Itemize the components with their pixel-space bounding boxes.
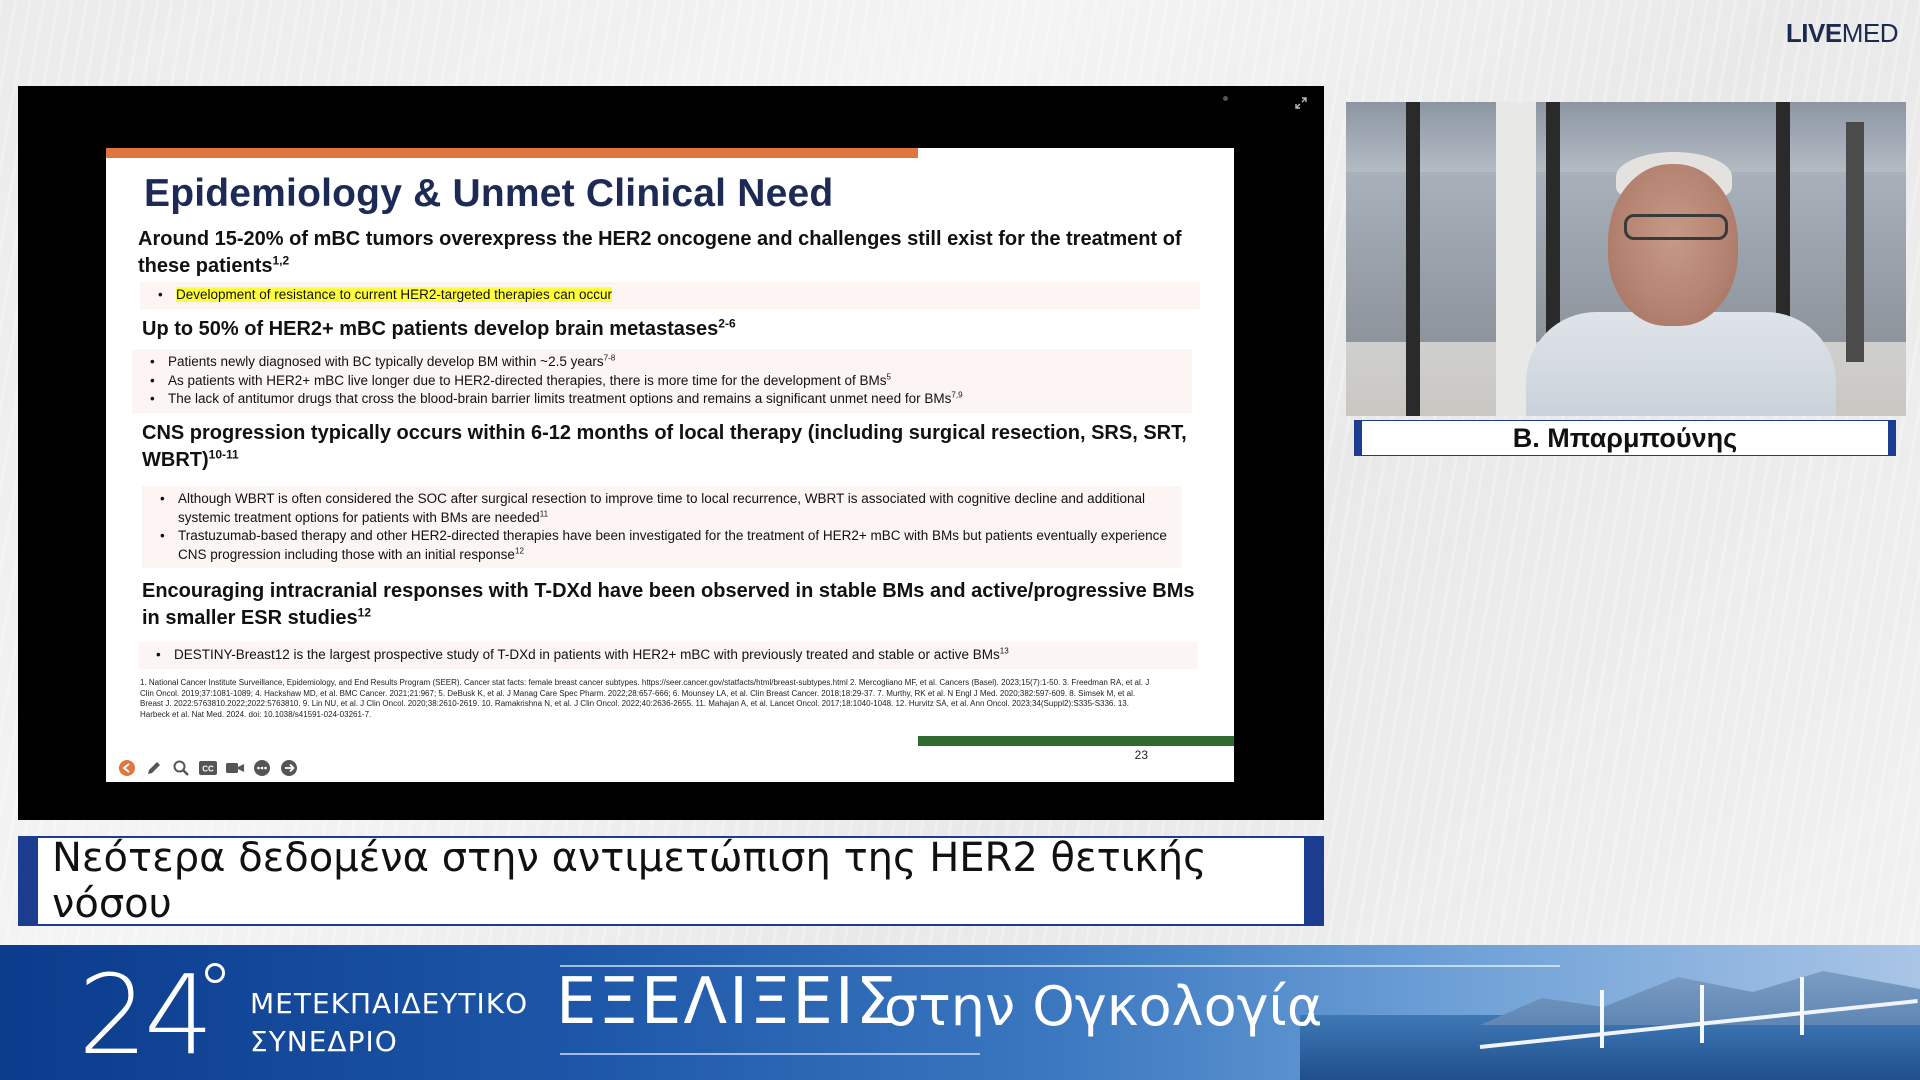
section-heading-2: Up to 50% of HER2+ mBC patients develop …	[142, 316, 1202, 343]
bullet-text: Trastuzumab-based therapy and other HER2…	[178, 528, 1167, 562]
talk-title: Νεότερα δεδομένα στην αντιμετώπιση της H…	[52, 835, 1207, 927]
pen-icon[interactable]	[143, 758, 164, 777]
bullet-ref: 11	[539, 509, 549, 518]
section-heading-4: Encouraging intracranial responses with …	[142, 578, 1202, 632]
bullet-ref: 7-8	[603, 353, 616, 363]
bullet-text: As patients with HER2+ mBC live longer d…	[168, 372, 887, 388]
presentation-slide: Epidemiology & Unmet Clinical Need Aroun…	[106, 148, 1234, 782]
more-icon[interactable]	[251, 758, 272, 777]
bullet-ref: 7,9	[951, 390, 963, 400]
bullet-text: Development of resistance to current HER…	[176, 287, 612, 302]
section-heading-4-ref: 12	[357, 605, 371, 620]
zoom-icon[interactable]	[170, 758, 191, 777]
bullet-item: The lack of antitumor drugs that cross t…	[146, 390, 1182, 409]
lamp	[1846, 122, 1864, 362]
section-heading-2-text: Up to 50% of HER2+ mBC patients develop …	[142, 318, 719, 340]
section-2-bullets: Patients newly diagnosed with BC typical…	[132, 349, 1192, 413]
bullet-item: As patients with HER2+ mBC live longer d…	[146, 372, 1182, 391]
speaker-name: Β. Μπαρμπούνης	[1512, 422, 1738, 453]
speaker-name-plate: Β. Μπαρμπούνης	[1354, 420, 1896, 456]
banner-line	[560, 1053, 980, 1055]
screen-indicator-dot	[1223, 96, 1228, 101]
bullet-ref: 12	[514, 546, 524, 555]
section-heading-1: Around 15-20% of mBC tumors overexpress …	[138, 226, 1198, 280]
back-icon[interactable]	[116, 758, 137, 777]
conference-banner: 24 ΜΕΤΕΚΠΑΙΔΕΥΤΙΚΟ ΣΥΝΕΔΡΙΟ ΕΞΕΛΙΞΕΙΣ στ…	[0, 945, 1920, 1080]
section-heading-4-text: Encouraging intracranial responses with …	[142, 580, 1195, 629]
conference-subtitle-2: ΣΥΝΕΔΡΙΟ	[250, 1025, 398, 1058]
bullet-item: Patients newly diagnosed with BC typical…	[146, 353, 1182, 372]
slide-page-number: 23	[1134, 748, 1148, 762]
svg-text:CC: CC	[202, 764, 214, 773]
slide-accent-bar-top	[106, 148, 918, 158]
conference-subtitle-1: ΜΕΤΕΚΠΑΙΔΕΥΤΙΚΟ	[250, 987, 529, 1020]
forward-icon[interactable]	[278, 758, 299, 777]
shared-screen: Epidemiology & Unmet Clinical Need Aroun…	[18, 86, 1324, 820]
section-1-bullets: Development of resistance to current HER…	[140, 282, 1200, 309]
bullet-text: DESTINY-Breast12 is the largest prospect…	[174, 647, 1000, 662]
section-heading-3-ref: 10-11	[208, 447, 239, 462]
slide-title: Epidemiology & Unmet Clinical Need	[144, 172, 834, 215]
bullet-ref: 13	[999, 646, 1009, 656]
section-heading-3-text: CNS progression typically occurs within …	[142, 422, 1187, 471]
livemed-logo: LIVEMED	[1785, 18, 1899, 49]
section-heading-2-ref: 2-6	[718, 316, 736, 331]
section-3-bullets: Although WBRT is often considered the SO…	[142, 486, 1182, 568]
bullet-item: Trastuzumab-based therapy and other HER2…	[156, 527, 1172, 564]
speaker-head	[1608, 164, 1738, 326]
bullet-item: Although WBRT is often considered the SO…	[156, 490, 1172, 527]
conference-headline-2: στην Ογκολογία	[884, 975, 1323, 1038]
ordinal-degree-mark	[205, 963, 225, 983]
bullet-ref: 5	[886, 372, 891, 381]
section-heading-1-text: Around 15-20% of mBC tumors overexpress …	[138, 228, 1182, 277]
speaker-glasses	[1624, 214, 1728, 240]
collapse-icon[interactable]	[1294, 96, 1310, 112]
slide-toolbar: CC	[116, 758, 299, 777]
talk-title-plate: Νεότερα δεδομένα στην αντιμετώπιση της H…	[18, 835, 1324, 927]
section-heading-1-ref: 1,2	[272, 253, 290, 268]
section-heading-3: CNS progression typically occurs within …	[142, 420, 1202, 474]
bullet-text: Although WBRT is often considered the SO…	[178, 491, 1145, 525]
conference-headline-1: ΕΞΕΛΙΞΕΙΣ	[556, 965, 899, 1039]
conference-number: 24	[78, 951, 214, 1079]
captions-icon[interactable]: CC	[197, 758, 218, 777]
slide-references: 1. National Cancer Institute Surveillanc…	[140, 678, 1150, 719]
bridge-pylon	[1600, 990, 1604, 1048]
bullet-text: The lack of antitumor drugs that cross t…	[168, 391, 952, 406]
camera-icon[interactable]	[224, 758, 245, 777]
speaker-shirt	[1526, 312, 1836, 416]
slide-accent-bar-bottom	[918, 736, 1234, 746]
bridge-pylon	[1800, 977, 1804, 1035]
bullet-item: Development of resistance to current HER…	[154, 286, 1190, 305]
speaker-video	[1346, 102, 1906, 416]
bullet-text: Patients newly diagnosed with BC typical…	[168, 354, 604, 369]
bridge-pylon	[1700, 985, 1704, 1043]
bullet-item: DESTINY-Breast12 is the largest prospect…	[152, 646, 1188, 665]
window-mullion	[1406, 102, 1420, 416]
section-4-bullets: DESTINY-Breast12 is the largest prospect…	[138, 642, 1198, 669]
logo-bold: LIVE	[1785, 18, 1842, 48]
logo-light: MED	[1841, 18, 1899, 48]
